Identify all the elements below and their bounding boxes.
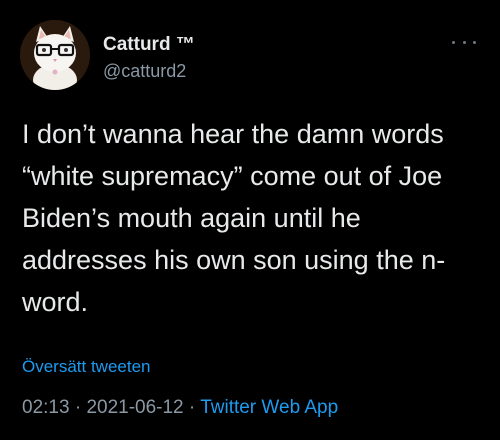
meta-separator: · (183, 397, 201, 418)
tweet-card: Catturd ™ @catturd2 I don’t wanna hear t… (0, 0, 500, 440)
tweet-meta: 02:13 · 2021-06-12 · Twitter Web App (22, 395, 338, 421)
more-options-icon-dot (473, 40, 476, 44)
tweet-text-line: addresses his own son using the n- (22, 245, 446, 275)
more-options-icon (452, 40, 455, 44)
cat-with-glasses-icon (20, 20, 90, 90)
tweet-source-link[interactable]: Twitter Web App (200, 397, 338, 418)
more-options-icon-dot (462, 40, 466, 44)
tweet-date[interactable]: 2021-06-12 (86, 397, 183, 418)
author-block: Catturd ™ @catturd2 (103, 33, 195, 84)
tweet-text-line: Biden’s mouth again until he (22, 203, 361, 233)
display-name[interactable]: Catturd ™ (103, 33, 195, 57)
user-handle[interactable]: @catturd2 (103, 58, 195, 84)
more-options-button[interactable] (452, 36, 476, 48)
meta-separator: · (69, 397, 87, 418)
tweet-text-line: “white supremacy” come out of Joe (22, 161, 443, 191)
translate-tweet-link[interactable]: Översätt tweeten (22, 356, 151, 378)
tweet-time[interactable]: 02:13 (22, 397, 70, 418)
tweet-text-line: I don’t wanna hear the damn words (22, 119, 444, 149)
avatar[interactable] (20, 20, 90, 90)
tweet-text-line: word. (22, 287, 89, 317)
tweet-text: I don’t wanna hear the damn words “white… (22, 113, 482, 323)
